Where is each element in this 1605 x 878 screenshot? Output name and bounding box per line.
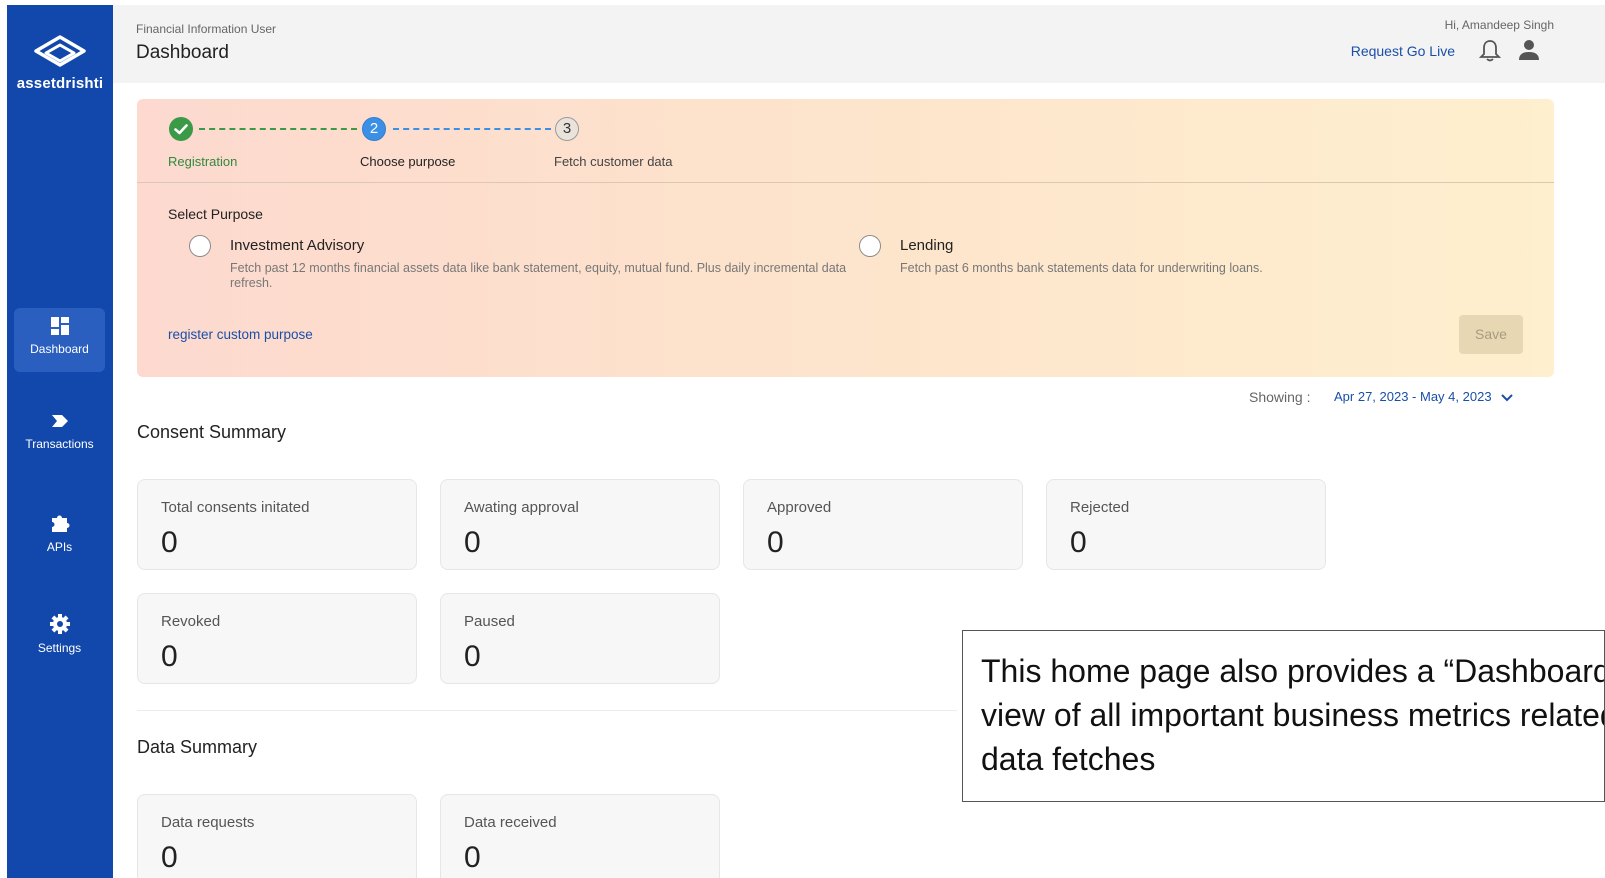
radio-investment-advisory[interactable] xyxy=(189,235,211,257)
puzzle-icon xyxy=(51,515,69,532)
onboarding-stepper: 2 3 Registration Choose purpose Fetch cu… xyxy=(137,99,1554,183)
stat-value: 0 xyxy=(161,640,178,673)
step-label-fetch-data: Fetch customer data xyxy=(554,154,673,169)
stat-card-paused: Paused 0 xyxy=(440,593,720,684)
sidebar-item-dashboard[interactable]: Dashboard xyxy=(14,308,105,372)
stat-value: 0 xyxy=(161,841,178,874)
data-summary-title: Data Summary xyxy=(137,737,258,757)
step-connector xyxy=(199,128,357,130)
stat-label: Revoked xyxy=(161,613,221,630)
option-description: Fetch past 6 months bank statements data… xyxy=(900,261,1263,275)
stat-value: 0 xyxy=(161,526,178,559)
register-custom-purpose-link[interactable]: register custom purpose xyxy=(168,327,313,342)
select-purpose-heading: Select Purpose xyxy=(168,206,263,222)
option-title[interactable]: Investment Advisory xyxy=(230,237,364,254)
dashboard-icon xyxy=(50,317,69,335)
brand-name: assetdrishti xyxy=(16,75,104,92)
step-number: 3 xyxy=(555,117,579,141)
brand-logo[interactable]: assetdrishti xyxy=(7,33,113,92)
chevron-down-icon xyxy=(1501,393,1513,401)
transactions-icon xyxy=(51,415,68,427)
stat-label: Total consents initated xyxy=(161,499,310,516)
stat-label: Awating approval xyxy=(464,499,579,516)
sidebar: assetdrishti Dashboard Transactions APIs xyxy=(7,5,113,878)
sidebar-item-transactions[interactable]: Transactions xyxy=(14,403,105,467)
annotation-callout: This home page also provides a “Dashboar… xyxy=(962,630,1605,802)
sidebar-item-label: Settings xyxy=(37,641,82,655)
user-icon[interactable] xyxy=(1518,39,1540,61)
check-icon xyxy=(174,124,188,135)
stat-value: 0 xyxy=(767,526,784,559)
sidebar-item-label: Transactions xyxy=(25,437,94,451)
stat-card-data-received: Data received 0 xyxy=(440,794,720,878)
option-description: Fetch past 12 months financial assets da… xyxy=(230,261,847,290)
date-range-value: Apr 27, 2023 - May 4, 2023 xyxy=(1334,389,1492,404)
step-label-choose-purpose: Choose purpose xyxy=(360,154,456,169)
radio-lending[interactable] xyxy=(859,235,881,257)
top-bar: Financial Information User Dashboard Hi,… xyxy=(113,5,1605,83)
showing-label: Showing : xyxy=(1249,389,1311,405)
step-label-registration: Registration xyxy=(168,154,238,169)
logo-icon xyxy=(34,35,86,67)
option-title[interactable]: Lending xyxy=(900,237,953,254)
sidebar-item-settings[interactable]: Settings xyxy=(14,605,105,669)
stat-value: 0 xyxy=(464,841,481,874)
section-divider xyxy=(137,710,957,711)
consent-summary-title: Consent Summary xyxy=(137,422,287,442)
step-complete-icon xyxy=(169,117,193,141)
stat-card-awaiting-approval: Awating approval 0 xyxy=(440,479,720,570)
stat-card-revoked: Revoked 0 xyxy=(137,593,417,684)
stat-label: Rejected xyxy=(1070,499,1130,516)
date-range-dropdown[interactable]: Apr 27, 2023 - May 4, 2023 xyxy=(1334,389,1513,404)
stat-card-rejected: Rejected 0 xyxy=(1046,479,1326,570)
request-go-live-link[interactable]: Request Go Live xyxy=(1351,43,1455,59)
step-connector xyxy=(393,128,551,130)
stat-label: Data requests xyxy=(161,814,255,831)
save-button[interactable]: Save xyxy=(1459,315,1523,354)
onboarding-card: 2 3 Registration Choose purpose Fetch cu… xyxy=(137,99,1554,377)
callout-text: This home page also provides a “Dashboar… xyxy=(981,653,1605,777)
gear-icon xyxy=(49,614,70,634)
stat-card-data-requests: Data requests 0 xyxy=(137,794,417,878)
sidebar-item-label: APIs xyxy=(46,540,73,554)
stat-value: 0 xyxy=(464,526,481,559)
bell-icon[interactable] xyxy=(1479,39,1501,63)
stat-card-total-consents: Total consents initated 0 xyxy=(137,479,417,570)
stat-value: 0 xyxy=(1070,526,1087,559)
breadcrumb: Financial Information User xyxy=(136,22,277,36)
user-greeting: Hi, Amandeep Singh xyxy=(1444,18,1554,32)
sidebar-item-label: Dashboard xyxy=(30,342,89,356)
step-number: 2 xyxy=(362,117,386,141)
sidebar-item-apis[interactable]: APIs xyxy=(14,504,105,568)
stat-card-approved: Approved 0 xyxy=(743,479,1023,570)
page-title: Dashboard xyxy=(136,42,229,63)
stat-value: 0 xyxy=(464,640,481,673)
stat-label: Approved xyxy=(767,499,832,516)
stat-label: Data received xyxy=(464,814,557,831)
stat-label: Paused xyxy=(464,613,515,630)
